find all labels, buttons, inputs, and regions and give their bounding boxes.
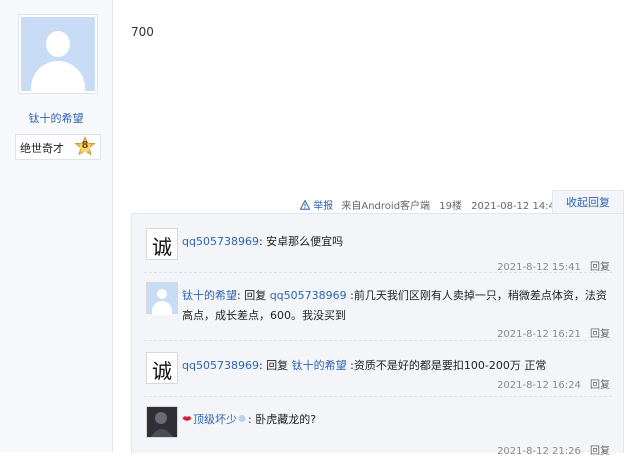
collapse-replies-button[interactable]: 收起回复	[552, 190, 624, 215]
comment-list: 诚 qq505738969: 安卓那么便宜吗 2021-8-12 15:41 回…	[131, 213, 624, 457]
post-content: 700	[131, 25, 154, 39]
comment-text: 卧虎藏龙的?	[255, 413, 317, 426]
commenter-avatar[interactable]: 诚	[146, 352, 178, 384]
commenter-avatar[interactable]: 诚	[146, 228, 178, 260]
comment-meta: 2021-8-12 21:26 回复	[497, 442, 610, 457]
comment-text-row: 钛十的希望: 回复 qq505738969 :前几天我们区刚有人卖掉一只，稍微差…	[182, 289, 607, 322]
report-link[interactable]: 举报	[313, 201, 333, 212]
level-badge-box: 绝世奇才 8	[15, 134, 101, 160]
default-avatar-icon	[21, 17, 95, 91]
commenter-name-link[interactable]: 顶级坏少	[193, 413, 237, 426]
poster-name-link[interactable]: 钛十的希望	[0, 110, 112, 126]
commenter-name-link[interactable]: qq505738969	[182, 235, 259, 248]
reply-link[interactable]: 回复	[590, 329, 610, 340]
post-tail-bar: 举报 来自Android客户端 19楼 2021-08-12 14:41	[299, 197, 562, 213]
commenter-name-link[interactable]: 钛十的希望	[182, 289, 237, 302]
commenter-name-link[interactable]: qq505738969	[182, 359, 259, 372]
comment-text: 资质不是好的都是要扣100-200万 正常	[353, 359, 547, 372]
comment-time: 2021-8-12 15:41	[497, 262, 581, 273]
reply-link[interactable]: 回复	[590, 262, 610, 273]
vip-lips-icon	[182, 410, 192, 421]
level-star-icon: 8	[74, 135, 96, 158]
level-number: 8	[81, 140, 89, 151]
client-source: 来自Android客户端	[341, 201, 431, 212]
list-item: 诚 qq505738969: 安卓那么便宜吗 2021-8-12 15:41 回…	[144, 224, 612, 273]
user-panel: 钛十的希望 绝世奇才 8	[0, 0, 113, 452]
commenter-avatar[interactable]	[146, 282, 178, 315]
warning-icon[interactable]	[299, 199, 313, 212]
comment-text: 安卓那么便宜吗	[266, 235, 344, 248]
comment-meta: 2021-8-12 16:24 回复	[497, 376, 610, 391]
vip-badge-icon	[237, 410, 247, 422]
calligraphy-avatar-icon: 诚	[152, 235, 172, 259]
comment-time: 2021-8-12 16:21	[497, 329, 581, 340]
floor-number: 19楼	[439, 201, 462, 212]
comment-text-row: qq505738969: 回复 钛十的希望 :资质不是好的都是要扣100-200…	[182, 359, 547, 372]
reply-link[interactable]: 回复	[590, 380, 610, 391]
poster-avatar[interactable]	[18, 14, 98, 94]
comment-text-row: qq505738969: 安卓那么便宜吗	[182, 235, 344, 248]
list-item: 诚 qq505738969: 回复 钛十的希望 :资质不是好的都是要扣100-2…	[144, 348, 612, 397]
list-item: 顶级坏少: 卧虎藏龙的? 2021-8-12 21:26 回复	[144, 402, 612, 457]
level-title: 绝世奇才	[20, 142, 64, 155]
comment-meta: 2021-8-12 16:21 回复	[497, 325, 610, 340]
comment-text-row: 顶级坏少: 卧虎藏龙的?	[182, 410, 612, 430]
comment-meta: 2021-8-12 15:41 回复	[497, 258, 610, 273]
reply-to-link[interactable]: qq505738969	[270, 289, 347, 302]
list-item: 钛十的希望: 回复 qq505738969 :前几天我们区刚有人卖掉一只，稍微差…	[144, 278, 612, 341]
commenter-avatar[interactable]	[146, 406, 178, 438]
calligraphy-avatar-icon: 诚	[152, 359, 172, 383]
comment-time: 2021-8-12 16:24	[497, 380, 581, 391]
reply-to-link[interactable]: 钛十的希望	[292, 359, 347, 372]
post-time: 2021-08-12 14:41	[471, 201, 562, 212]
